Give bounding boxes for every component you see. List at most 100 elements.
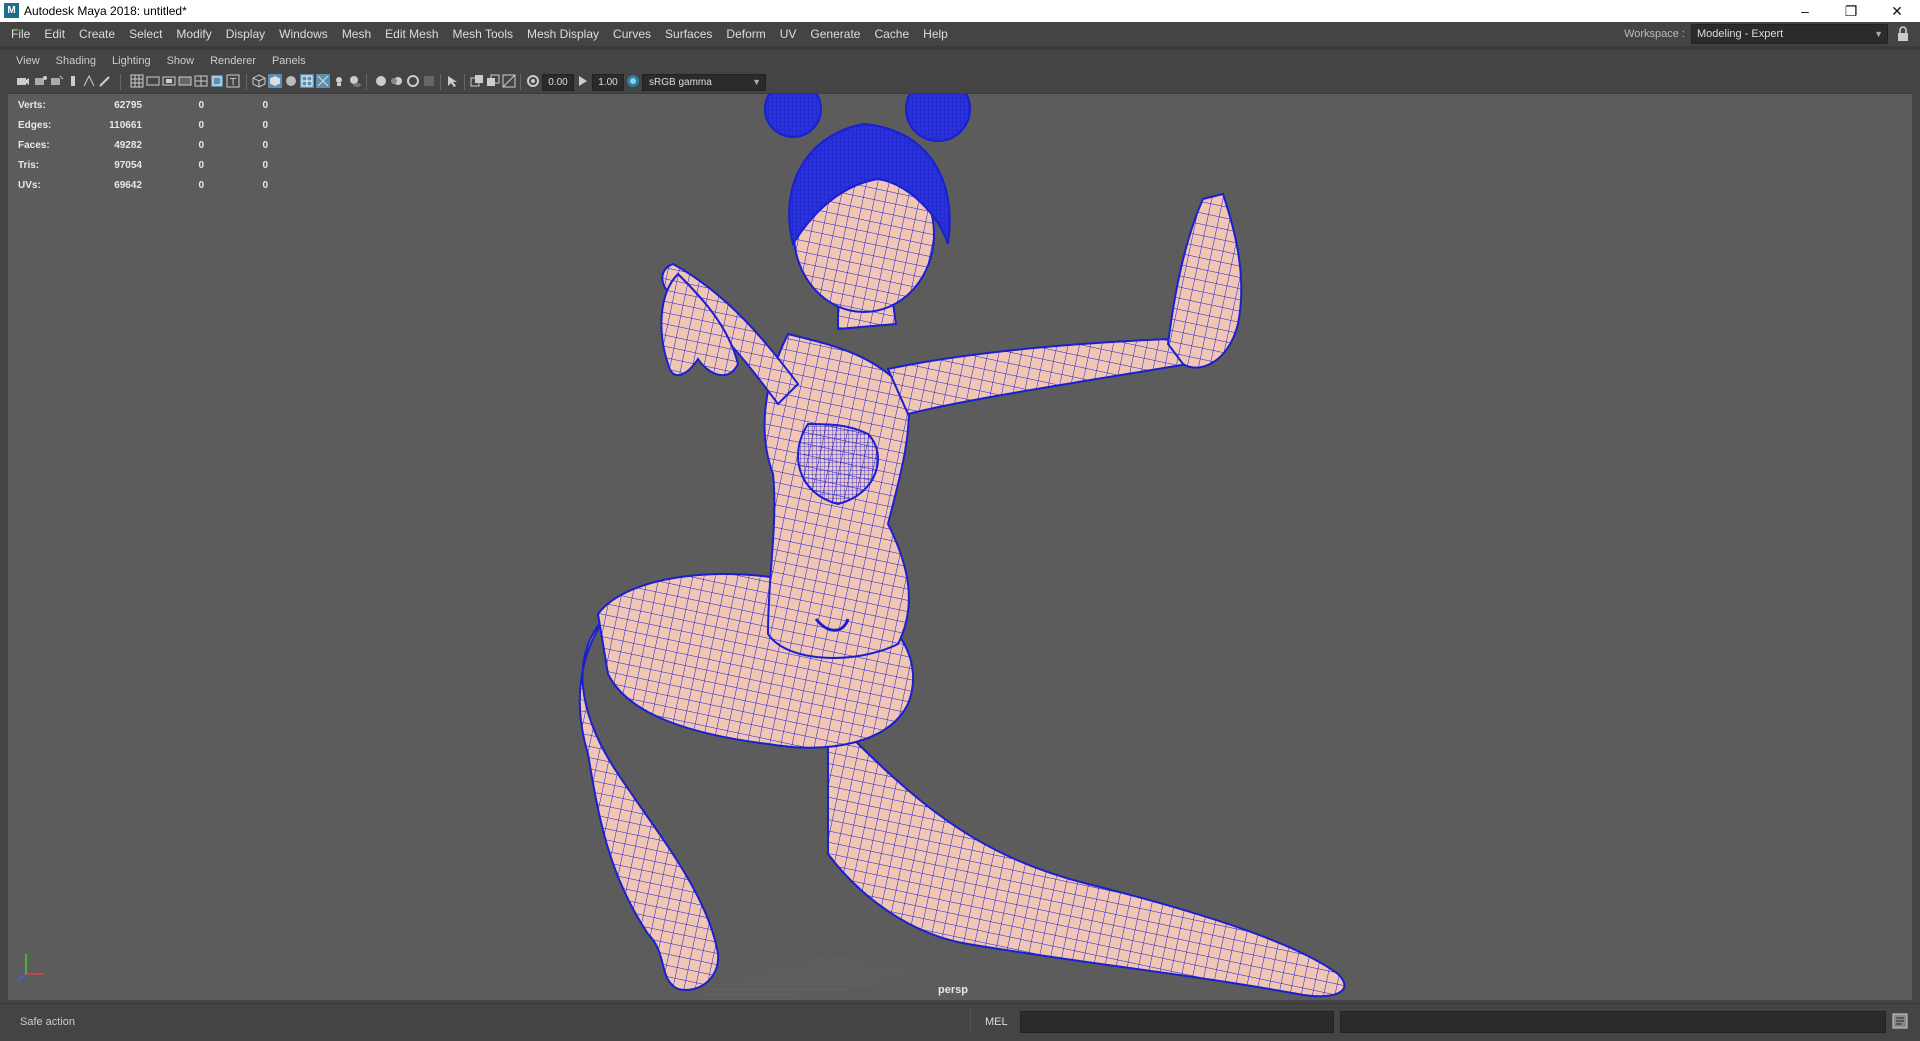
exposure-field[interactable]: 0.00: [542, 74, 574, 91]
toolbar-separator: [520, 74, 521, 90]
hud-value: 69642: [114, 180, 142, 191]
menu-mesh-tools[interactable]: Mesh Tools: [446, 22, 520, 46]
isolate-select-icon[interactable]: [446, 74, 460, 88]
bookmarks-icon[interactable]: [50, 74, 64, 88]
backface-culling-icon[interactable]: [502, 74, 516, 88]
use-all-lights-icon[interactable]: [332, 74, 346, 88]
workspace-value: Modeling - Expert: [1697, 28, 1784, 40]
menu-cache[interactable]: Cache: [867, 22, 916, 46]
panel-menu-lighting[interactable]: Lighting: [104, 51, 159, 71]
hud-value: 0: [262, 120, 268, 131]
wireframe-character-mesh[interactable]: [8, 94, 1912, 1000]
motion-blur-icon[interactable]: [390, 74, 404, 88]
depth-of-field-icon[interactable]: [422, 74, 436, 88]
close-button[interactable]: ✕: [1874, 0, 1920, 22]
menu-modify[interactable]: Modify: [169, 22, 218, 46]
toolbar-separator: [440, 74, 441, 90]
window-title: Autodesk Maya 2018: untitled*: [24, 4, 187, 18]
hud-label: Verts:: [18, 100, 46, 111]
film-gate-icon[interactable]: [146, 74, 160, 88]
menu-surfaces[interactable]: Surfaces: [658, 22, 719, 46]
smooth-shade-icon[interactable]: [268, 74, 282, 88]
menu-edit-mesh[interactable]: Edit Mesh: [378, 22, 445, 46]
xray-joints-icon[interactable]: [486, 74, 500, 88]
chevron-down-icon: ▼: [752, 77, 761, 87]
script-editor-icon[interactable]: [1892, 1013, 1908, 1029]
hud-value: 0: [198, 180, 204, 191]
screen-space-ao-icon[interactable]: [374, 74, 388, 88]
field-chart-icon[interactable]: [194, 74, 208, 88]
menu-help[interactable]: Help: [916, 22, 955, 46]
workspace-dropdown[interactable]: Modeling - Expert ▼: [1691, 24, 1888, 44]
menu-mesh[interactable]: Mesh: [335, 22, 378, 46]
toolbar-separator: [120, 74, 121, 90]
menu-curves[interactable]: Curves: [606, 22, 658, 46]
camera-select-icon[interactable]: [16, 74, 30, 88]
menu-deform[interactable]: Deform: [719, 22, 772, 46]
hud-value: 0: [262, 160, 268, 171]
hud-value: 0: [198, 160, 204, 171]
panel-menu-panels[interactable]: Panels: [264, 51, 314, 71]
color-management-icon[interactable]: [626, 74, 640, 88]
title-bar: M Autodesk Maya 2018: untitled* – ❐ ✕: [0, 0, 1920, 23]
two-d-pan-icon[interactable]: [82, 74, 96, 88]
hud-value: 0: [262, 180, 268, 191]
menu-uv[interactable]: UV: [773, 22, 804, 46]
wireframe-on-shaded-icon[interactable]: [300, 74, 314, 88]
command-input[interactable]: [1020, 1011, 1334, 1033]
safe-title-icon[interactable]: T: [226, 74, 240, 88]
hud-label: Tris:: [18, 160, 40, 171]
body-skin: [578, 155, 1346, 998]
menu-file[interactable]: File: [4, 22, 37, 46]
menu-edit[interactable]: Edit: [37, 22, 72, 46]
viewport-persp[interactable]: Verts: 62795 0 0 Edges: 110661 0 0 Faces…: [8, 94, 1912, 1000]
ground-grid: [698, 954, 928, 1000]
panel-menu-renderer[interactable]: Renderer: [202, 51, 264, 71]
xray-icon[interactable]: [470, 74, 484, 88]
divider: [970, 1008, 971, 1034]
workspace-label: Workspace :: [1624, 28, 1685, 40]
restore-button[interactable]: ❐: [1828, 0, 1874, 22]
hud-label: Faces:: [18, 140, 50, 151]
image-plane-icon[interactable]: [68, 74, 82, 88]
camera-attributes-icon[interactable]: [34, 74, 48, 88]
menu-windows[interactable]: Windows: [272, 22, 335, 46]
gate-mask-icon[interactable]: [178, 74, 192, 88]
shadows-icon[interactable]: [348, 74, 362, 88]
hud-row-edges: Edges: 110661 0 0: [18, 116, 278, 136]
grease-pencil-icon[interactable]: [98, 74, 112, 88]
hud-value: 97054: [114, 160, 142, 171]
panel-menu-shading[interactable]: Shading: [48, 51, 104, 71]
menu-generate[interactable]: Generate: [803, 22, 867, 46]
toolbar-separator: [366, 74, 367, 90]
panel-toolbar: T 0.00 1.00 sRGB gamma ▼: [8, 71, 1912, 94]
exposure-icon[interactable]: [526, 74, 540, 88]
view-transform-dropdown[interactable]: sRGB gamma ▼: [642, 74, 766, 91]
hud-label: UVs:: [18, 180, 41, 191]
default-lighting-icon[interactable]: [284, 74, 298, 88]
minimize-button[interactable]: –: [1782, 0, 1828, 22]
wireframe-icon[interactable]: [252, 74, 266, 88]
menu-create[interactable]: Create: [72, 22, 122, 46]
hud-row-tris: Tris: 97054 0 0: [18, 156, 278, 176]
toolbar-separator: [246, 74, 247, 90]
lock-icon[interactable]: [1896, 26, 1910, 42]
safe-action-icon[interactable]: [210, 74, 224, 88]
panel-frame: [0, 47, 1920, 50]
maya-icon: M: [4, 3, 19, 18]
panel-menu-show[interactable]: Show: [159, 51, 203, 71]
textured-icon[interactable]: [316, 74, 330, 88]
grid-icon[interactable]: [130, 74, 144, 88]
camera-name-label: persp: [938, 984, 968, 996]
menu-mesh-display[interactable]: Mesh Display: [520, 22, 606, 46]
status-message: Safe action: [20, 1016, 76, 1028]
script-language-toggle[interactable]: MEL: [985, 1016, 1008, 1028]
resolution-gate-icon[interactable]: [162, 74, 176, 88]
gamma-icon[interactable]: [576, 74, 590, 88]
panel-menu-view[interactable]: View: [8, 51, 48, 71]
gamma-field[interactable]: 1.00: [592, 74, 624, 91]
menu-display[interactable]: Display: [219, 22, 272, 46]
hud-value: 110661: [109, 120, 142, 131]
menu-select[interactable]: Select: [122, 22, 169, 46]
anti-aliasing-icon[interactable]: [406, 74, 420, 88]
